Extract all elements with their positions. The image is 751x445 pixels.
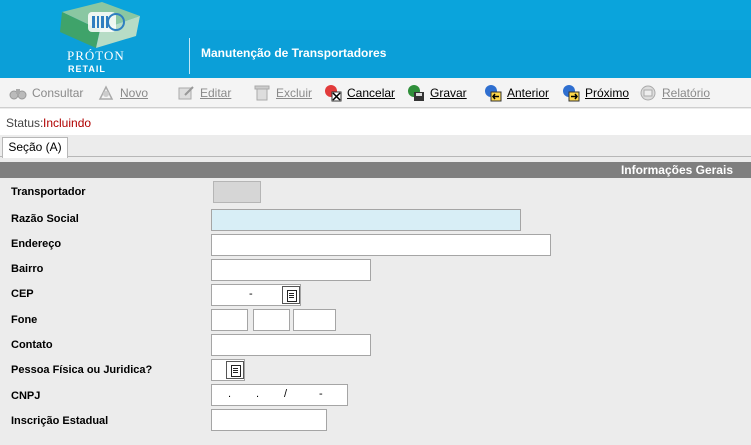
anterior-button[interactable]: Anterior (483, 83, 549, 103)
proximo-button[interactable]: Próximo (561, 83, 629, 103)
cep-lookup-icon[interactable] (282, 286, 300, 304)
header-divider (189, 38, 190, 74)
trash-icon (254, 85, 270, 101)
anterior-label: Anterior (507, 86, 550, 100)
excluir-label: Excluir (276, 86, 313, 100)
cnpj-mask-dash: - (319, 388, 323, 400)
save-icon (408, 85, 424, 101)
report-icon (640, 85, 656, 101)
section-title: Informações Gerais (620, 163, 733, 177)
cancel-icon (325, 85, 342, 102)
cnpj-field[interactable]: . . / - (211, 384, 348, 406)
new-record-icon (98, 85, 114, 100)
fone-number-field[interactable] (293, 309, 336, 331)
endereco-field[interactable] (211, 234, 551, 256)
transportador-label: Transportador (11, 186, 86, 198)
relatorio-button[interactable]: Relatório (638, 83, 710, 103)
status-bar: Status: Incluindo (0, 109, 751, 135)
cnpj-label: CNPJ (11, 390, 41, 402)
novo-label: Novo (120, 86, 149, 100)
cep-label: CEP (11, 288, 34, 300)
edit-icon (178, 86, 194, 100)
editar-button[interactable]: Editar (176, 83, 231, 103)
pessoa-lookup-icon[interactable] (226, 361, 244, 379)
contato-field[interactable] (211, 334, 371, 356)
gravar-button[interactable]: Gravar (406, 83, 467, 103)
logo-text-retail: RETAIL (68, 64, 106, 74)
endereco-label: Endereço (11, 238, 62, 250)
consultar-label: Consultar (32, 86, 84, 100)
bairro-field[interactable] (211, 259, 371, 281)
fone-prefix-field[interactable] (253, 309, 290, 331)
page-title: Manutenção de Transportadores (201, 46, 387, 60)
fone-ddd-field[interactable] (211, 309, 248, 331)
cancelar-button[interactable]: Cancelar (323, 83, 395, 103)
proximo-label: Próximo (585, 86, 630, 100)
section-header: Informações Gerais (0, 162, 751, 178)
razao-social-label: Razão Social (11, 213, 79, 225)
cnpj-mask-dot-2: . (256, 388, 260, 400)
tab-strip: Seção (A) (0, 135, 751, 158)
app-header: PRÓTON RETAIL Manutenção de Transportado… (0, 0, 751, 78)
gravar-label: Gravar (430, 86, 467, 100)
cnpj-mask-slash: / (284, 388, 288, 400)
status-value: Incluindo (43, 116, 92, 130)
cep-mask: - (249, 288, 253, 300)
cnpj-mask-dot-1: . (228, 388, 232, 400)
tab-secao-a[interactable]: Seção (A) (2, 137, 68, 158)
binoculars-icon (9, 89, 27, 100)
inscricao-label: Inscrição Estadual (11, 415, 109, 427)
cancelar-label: Cancelar (347, 86, 396, 100)
razao-social-field[interactable] (211, 209, 521, 231)
excluir-button[interactable]: Excluir (252, 83, 312, 103)
toolbar: Consultar Novo Editar Excluir Cancelar G… (0, 78, 751, 108)
previous-icon (485, 85, 502, 102)
transportador-field (213, 181, 261, 203)
form-area: Transportador Razão Social Endereço Bair… (0, 178, 751, 445)
pessoa-label: Pessoa Física ou Juridica? (11, 364, 153, 376)
consultar-button[interactable]: Consultar (8, 83, 83, 103)
relatorio-label: Relatório (662, 86, 711, 100)
status-label: Status: (6, 116, 44, 130)
inscricao-field[interactable] (211, 409, 327, 431)
logo-text-proton: PRÓTON (67, 48, 125, 63)
novo-button[interactable]: Novo (96, 83, 148, 103)
contato-label: Contato (11, 339, 53, 351)
next-icon (563, 85, 580, 102)
bairro-label: Bairro (11, 263, 44, 275)
fone-label: Fone (11, 314, 38, 326)
editar-label: Editar (200, 86, 232, 100)
